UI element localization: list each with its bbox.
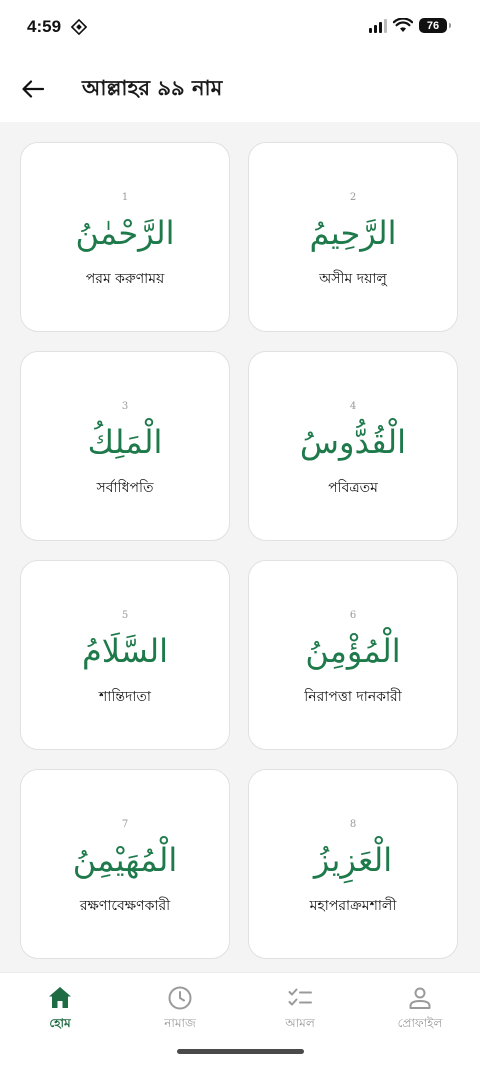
name-number: 4 bbox=[349, 401, 357, 412]
nav-label-profile: প্রোফাইল bbox=[397, 1016, 443, 1030]
name-number: 7 bbox=[121, 819, 129, 830]
nav-label-amal: আমল bbox=[285, 1016, 315, 1030]
battery-level: 76 bbox=[426, 19, 440, 32]
name-number: 1 bbox=[121, 192, 129, 203]
name-card[interactable]: 3 الْمَلِكُ সর্বাধিপতি bbox=[20, 351, 230, 541]
checklist-icon bbox=[288, 988, 312, 1006]
status-time: 4:59 bbox=[27, 17, 62, 36]
back-button[interactable] bbox=[18, 74, 48, 104]
arabic-name: السَّلَامُ bbox=[81, 632, 169, 670]
status-indicators: 76 bbox=[369, 18, 451, 33]
nav-label-prayer: নামাজ bbox=[164, 1016, 196, 1030]
name-meaning: রক্ষণাবেক্ষণকারী bbox=[79, 898, 171, 914]
name-number: 2 bbox=[349, 192, 357, 203]
cellular-signal-icon bbox=[369, 18, 387, 33]
names-grid: 1 الرَّحْمٰنُ পরম করুণাময় 2 الرَّحِيمُ … bbox=[0, 122, 480, 972]
name-card[interactable]: 2 الرَّحِيمُ অসীম দয়ালু bbox=[248, 142, 458, 332]
nav-item-profile[interactable]: প্রোফাইল bbox=[370, 985, 470, 1035]
nav-item-home[interactable]: হোম bbox=[10, 985, 110, 1035]
name-card[interactable]: 5 السَّلَامُ শান্তিদাতা bbox=[20, 560, 230, 750]
arabic-name: الرَّحْمٰنُ bbox=[75, 214, 175, 252]
name-card[interactable]: 7 الْمُهَيْمِنُ রক্ষণাবেক্ষণকারী bbox=[20, 769, 230, 959]
name-number: 8 bbox=[349, 819, 357, 830]
home-indicator bbox=[177, 1049, 304, 1054]
name-meaning: পরম করুণাময় bbox=[85, 271, 165, 287]
arabic-name: الْمُؤْمِنُ bbox=[305, 632, 401, 670]
arabic-name: الرَّحِيمُ bbox=[309, 214, 397, 252]
arabic-name: الْقُدُّوسُ bbox=[299, 423, 407, 461]
name-meaning: শান্তিদাতা bbox=[99, 689, 151, 705]
nav-item-amal[interactable]: আমল bbox=[250, 985, 350, 1035]
name-number: 5 bbox=[121, 610, 129, 621]
nav-label-home: হোম bbox=[49, 1016, 71, 1030]
wifi-icon bbox=[393, 18, 413, 32]
name-card[interactable]: 8 الْعَزِيزُ মহাপরাক্রমশালী bbox=[248, 769, 458, 959]
arabic-name: الْمُهَيْمِنُ bbox=[72, 841, 178, 879]
name-meaning: সর্বাধিপতি bbox=[96, 480, 154, 496]
page-title: আল্লাহর ৯৯ নাম bbox=[82, 76, 223, 100]
name-number: 3 bbox=[121, 401, 129, 412]
arabic-name: الْمَلِكُ bbox=[87, 423, 163, 461]
name-meaning: নিরাপত্তা দানকারী bbox=[304, 689, 402, 705]
profile-icon bbox=[409, 987, 431, 1009]
clock-icon bbox=[168, 986, 192, 1010]
name-card[interactable]: 6 الْمُؤْمِنُ নিরাপত্তা দানকারী bbox=[248, 560, 458, 750]
name-card[interactable]: 1 الرَّحْمٰنُ পরম করুণাময় bbox=[20, 142, 230, 332]
name-number: 6 bbox=[349, 610, 357, 621]
name-meaning: অসীম দয়ালু bbox=[319, 271, 387, 287]
arabic-name: الْعَزِيزُ bbox=[313, 841, 393, 879]
nav-item-prayer[interactable]: নামাজ bbox=[130, 985, 230, 1035]
battery-icon: 76 bbox=[419, 18, 451, 33]
app-tile-icon bbox=[71, 19, 87, 35]
arrow-left-icon bbox=[22, 80, 44, 98]
home-icon bbox=[49, 987, 71, 1008]
app-header: আল্লাহর ৯৯ নাম bbox=[0, 56, 480, 122]
status-bar: 4:59 76 bbox=[0, 0, 480, 56]
name-meaning: পবিত্রতম bbox=[328, 480, 378, 496]
name-meaning: মহাপরাক্রমশালী bbox=[309, 898, 397, 914]
name-card[interactable]: 4 الْقُدُّوسُ পবিত্রতম bbox=[248, 351, 458, 541]
